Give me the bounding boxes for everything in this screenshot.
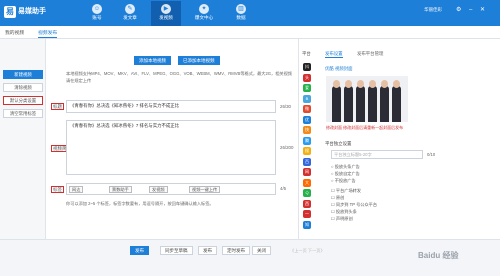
option-label: 平台广场转发 [335, 188, 362, 193]
yidian-icon[interactable]: 一 [303, 210, 311, 218]
video-cover-image[interactable] [326, 76, 408, 122]
title-count: 26/30 [280, 104, 291, 109]
bilibili-icon[interactable]: B [303, 94, 311, 103]
nav-label: 账号 [92, 15, 102, 20]
zhihu-icon[interactable]: 知 [303, 220, 311, 229]
option-item[interactable]: ☐ 声明原创 [331, 216, 353, 222]
tab-publish-settings[interactable]: 发布设置 [325, 51, 343, 58]
nav-articles[interactable]: ✎ 发文章 [115, 1, 145, 26]
play-icon: ▶ [161, 4, 171, 14]
sync-draft-button[interactable]: 同步至草稿 [160, 246, 193, 255]
toutiao-icon[interactable]: 头 [303, 73, 311, 82]
pagination[interactable]: 《上一页 下一页》 [290, 248, 325, 254]
description-textarea[interactable]: 《青春有你》总决选《知冰燕冬》7 排名与实力不成正比 [66, 120, 276, 175]
user-icon: ☺ [92, 4, 102, 14]
tab-video-publish[interactable]: 视频发布 [38, 29, 58, 38]
title-label: 标题 [51, 103, 64, 110]
close-button[interactable]: 关闭 [252, 246, 271, 255]
sohu-icon[interactable]: 搜 [303, 147, 311, 155]
added-local-video-button[interactable]: 已添加本地视频 [178, 56, 220, 65]
kuaishou-icon[interactable]: 快 [303, 126, 311, 134]
nav-hot-center[interactable]: ✦ 爆文中心 [189, 1, 219, 26]
option-item[interactable]: ☐ 同步到 TP 号公众平台 [331, 202, 377, 208]
tags-input[interactable]: 网达 票数助手 发视频 视频一键上传 [66, 183, 276, 195]
baidu-icon[interactable]: 百 [303, 157, 311, 166]
tencent-icon[interactable]: 腾 [303, 136, 311, 145]
tag-hint: 你可以添加 2~5 个标签，标签字数要有，用逗号隔开，按回车键确认输入标签。 [66, 201, 214, 206]
qq-icon[interactable]: Q [303, 189, 311, 197]
reset-button[interactable]: 清除视频 [3, 83, 43, 92]
option-item[interactable]: ○ 投放自定广告 [331, 171, 360, 177]
page-tabs: 我的视频 视频发布 [0, 26, 500, 39]
nav-label: 数据 [236, 15, 246, 20]
new-video-button[interactable]: 新建视频 [3, 70, 43, 79]
title-bar: 易 易媒助手 ☺ 账号 ✎ 发文章 ▶ 发视频 ✦ 爆文中心 ▥ 数据 华丽佳彩 ⚙ – … [0, 0, 500, 26]
xigua-icon[interactable]: 西 [303, 199, 311, 208]
add-local-video-button[interactable]: 添加本地视频 [134, 56, 171, 65]
douyin-icon[interactable]: 抖 [303, 63, 311, 71]
left-sidebar: 新建视频 清除视频 默认分类设置 清空常用标签 [0, 39, 46, 239]
chart-icon: ▥ [236, 4, 246, 14]
option-label: 不投放广告 [334, 178, 356, 183]
platform-title-input[interactable]: 平台独立标题5-20字 [331, 150, 423, 159]
tags-label: 标签 [51, 186, 64, 193]
youku-icon[interactable]: 优 [303, 115, 311, 124]
nav-label: 爆文中心 [194, 15, 214, 20]
option-label: 投放头条广告 [334, 164, 360, 169]
option-label: 投放自定广告 [334, 171, 360, 176]
description-count: 26/200 [280, 145, 294, 150]
tag-chip[interactable]: 发视频 [149, 186, 168, 193]
tag-chip[interactable]: 票数助手 [109, 186, 132, 193]
app-title: 易媒助手 [18, 8, 46, 15]
tag-chip[interactable]: 网达 [69, 186, 84, 193]
format-hint: 本地视频支持MP4、MOV、MKV、AVI、FLV、MPEG、OGG、VOB、W… [66, 71, 292, 83]
nav-label: 发视频 [159, 15, 173, 20]
cover-caption[interactable]: 修改封面 修改封面后请重新一起封面后发布 [326, 125, 403, 131]
user-name[interactable]: 华丽佳彩 [424, 7, 442, 13]
platform-title-count: 0/10 [427, 152, 436, 157]
option-item[interactable]: ☐ 平台广场转发 [331, 188, 361, 194]
app-logo-icon: 易 [4, 6, 16, 18]
watermark: Baidu 经验 [418, 251, 459, 260]
iqiyi-icon[interactable]: 爱 [303, 84, 311, 92]
nav-label: 发文章 [123, 15, 137, 20]
timed-publish-button[interactable]: 定时发布 [222, 246, 250, 255]
nav-accounts[interactable]: ☺ 账号 [82, 1, 112, 26]
platform-panel: 平台 抖头爱B微优快腾搜百网大Q西一知 发布设置 发布平台管理 优酷 视频封面 … [298, 39, 500, 239]
publish-form: 添加本地视频 已添加本地视频 本地视频支持MP4、MOV、MKV、AVI、FLV… [46, 39, 298, 239]
edit-icon: ✎ [125, 4, 135, 14]
nav-videos[interactable]: ▶ 发视频 [151, 1, 181, 26]
option-label: 原创 [335, 195, 345, 200]
option-item[interactable]: ○ 投放头条广告 [331, 164, 360, 170]
option-label: 声明原创 [335, 216, 353, 221]
weibo-icon[interactable]: 微 [303, 105, 311, 113]
dayu-icon[interactable]: 大 [303, 178, 311, 187]
title-input[interactable]: 《青春有你》总决选《知冰燕冬》7 排名与实力不成正比 [66, 100, 276, 113]
platform-heading: 优酷 视频封面 [325, 66, 353, 71]
window-controls-icon[interactable]: ⚙ – ✕ [456, 6, 488, 13]
option-label: 同步到 TP 号公众平台 [335, 202, 378, 207]
option-item[interactable]: ☐ 原创 [331, 195, 344, 201]
tab-platform-manager[interactable]: 发布平台管理 [357, 51, 383, 57]
option-label: 投放到头条 [335, 209, 357, 214]
tags-count: 4/5 [280, 186, 287, 191]
option-item[interactable]: ☐ 投放到头条 [331, 209, 357, 215]
independent-settings-label: 平台独立设置 [325, 141, 352, 146]
default-category-button[interactable]: 默认分类设置 [3, 96, 43, 105]
tab-my-videos[interactable]: 我的视频 [5, 29, 24, 36]
platform-list-title: 平台 [302, 51, 311, 56]
release-button[interactable]: 发布 [198, 246, 217, 255]
tag-chip[interactable]: 视频一键上传 [189, 186, 221, 193]
publish-button[interactable]: 发布 [130, 246, 149, 255]
wangyi-icon[interactable]: 网 [303, 168, 311, 176]
clear-tags-button[interactable]: 清空常用标签 [3, 109, 43, 118]
nav-data[interactable]: ▥ 数据 [226, 1, 256, 26]
option-item[interactable]: ○ 不投放广告 [331, 178, 356, 184]
flame-icon: ✦ [199, 4, 209, 14]
